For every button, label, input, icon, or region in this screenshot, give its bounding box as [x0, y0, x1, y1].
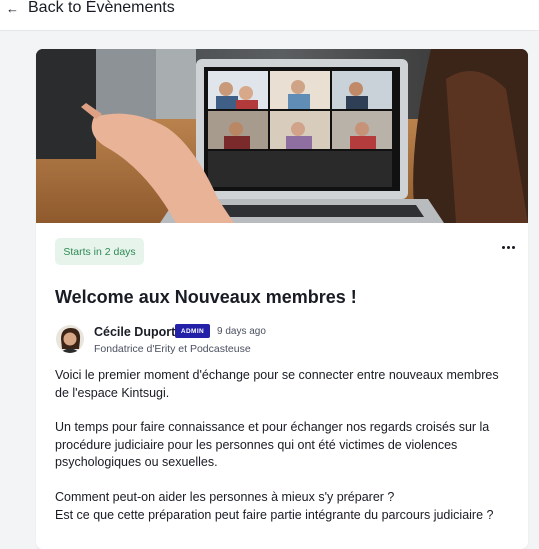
top-bar: ← Back to Évènements [0, 0, 539, 31]
arrow-left-icon: ← [6, 0, 19, 16]
author-avatar[interactable] [56, 325, 84, 353]
event-card: Starts in 2 days Welcome aux Nouveaux me… [36, 49, 528, 549]
dot [506, 245, 510, 249]
admin-badge: ADMIN [175, 324, 210, 338]
dot [511, 245, 515, 249]
more-options-button[interactable] [496, 235, 520, 259]
description-paragraph: Comment peut-on aider les personnes à mi… [55, 490, 395, 504]
author-name[interactable]: Cécile Duport [94, 325, 175, 339]
description-paragraph: Un temps pour faire connaissance et pour… [55, 420, 490, 469]
back-to-events-link[interactable]: ← Back to Évènements [6, 0, 175, 17]
author-role: Fondatrice d'Erity et Podcasteuse [94, 343, 251, 355]
description-paragraph: Voici le premier moment d'échange pour s… [55, 368, 499, 400]
dot [501, 245, 505, 249]
event-title: Welcome aux Nouveaux membres ! [55, 287, 357, 307]
starts-in-badge: Starts in 2 days [55, 238, 144, 265]
event-cover-image [36, 49, 528, 223]
back-link-label: Back to Évènements [28, 0, 175, 16]
posted-time: 9 days ago [217, 326, 266, 337]
description-paragraph: Est ce que cette préparation peut faire … [55, 508, 494, 522]
